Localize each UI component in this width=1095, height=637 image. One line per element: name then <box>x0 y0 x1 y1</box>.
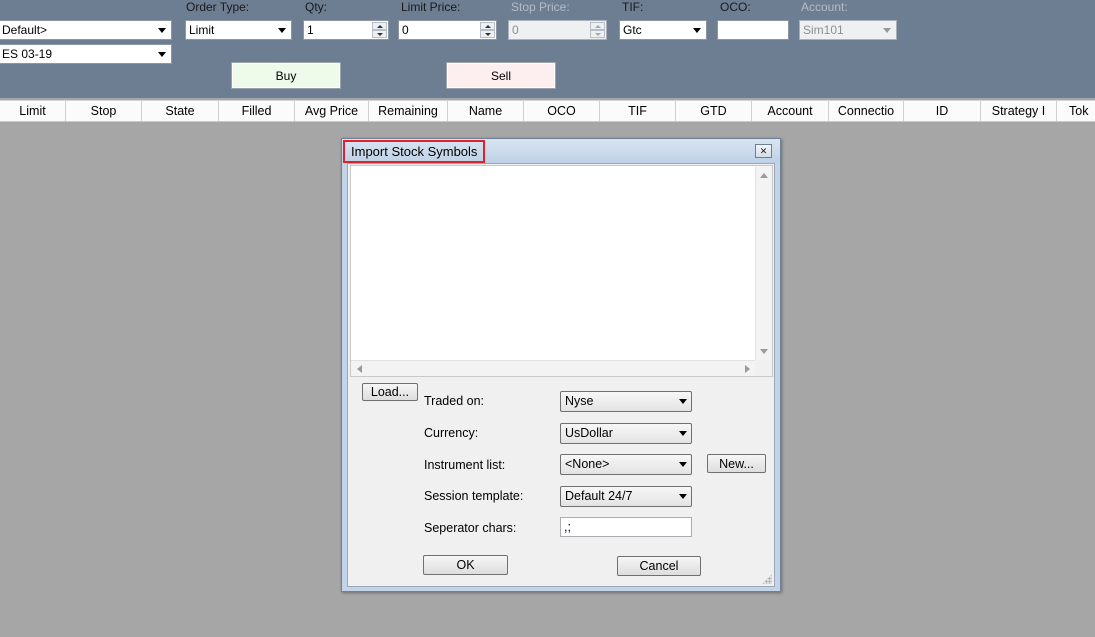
close-icon[interactable]: ✕ <box>755 144 772 158</box>
order-type-dropdown[interactable]: Limit <box>185 20 292 40</box>
spin-up-icon[interactable] <box>480 22 495 30</box>
column-header-gtd[interactable]: GTD <box>676 101 752 121</box>
qty-stepper[interactable]: 1 <box>303 20 389 40</box>
sell-button[interactable]: Sell <box>446 62 556 89</box>
scroll-right-icon[interactable] <box>745 365 750 373</box>
instrument-list-value: <None> <box>565 457 610 471</box>
column-header-token[interactable]: Tok <box>1057 101 1095 121</box>
oco-input[interactable] <box>717 20 789 40</box>
tif-label: TIF: <box>622 0 644 14</box>
column-header-filled[interactable]: Filled <box>219 101 295 121</box>
qty-label: Qty: <box>305 0 328 14</box>
chevron-down-icon <box>276 21 288 39</box>
vertical-scrollbar[interactable] <box>755 166 772 361</box>
tif-dropdown[interactable]: Gtc <box>619 20 707 40</box>
spin-down-icon[interactable] <box>372 30 387 38</box>
cancel-button[interactable]: Cancel <box>617 556 701 576</box>
orders-grid-header: Limit Stop State Filled Avg Price Remain… <box>0 100 1095 122</box>
qty-value: 1 <box>307 23 314 37</box>
chevron-down-icon <box>156 45 168 63</box>
scroll-down-icon[interactable] <box>760 349 768 354</box>
symbols-textarea[interactable] <box>350 165 773 377</box>
column-header-name[interactable]: Name <box>448 101 524 121</box>
column-header-strategy-id[interactable]: Strategy I <box>981 101 1057 121</box>
column-header-remaining[interactable]: Remaining <box>369 101 448 121</box>
stop-price-label: Stop Price: <box>511 0 570 14</box>
spin-down-icon <box>590 30 605 38</box>
resize-grip-icon[interactable] <box>762 574 772 584</box>
stop-price-value: 0 <box>512 23 519 37</box>
instrument-dropdown[interactable]: ES 03-19 <box>0 44 172 64</box>
chevron-down-icon <box>679 455 687 474</box>
column-header-avg-price[interactable]: Avg Price <box>295 101 369 121</box>
account-value: Sim101 <box>803 23 844 37</box>
currency-label: Currency: <box>424 426 479 440</box>
instrument-list-dropdown[interactable]: <None> <box>560 454 692 475</box>
session-template-value: Default 24/7 <box>565 489 633 503</box>
limit-price-stepper[interactable]: 0 <box>398 20 497 40</box>
column-header-id[interactable]: ID <box>904 101 981 121</box>
dialog-titlebar[interactable]: Import Stock Symbols ✕ <box>342 139 780 163</box>
column-header-connection[interactable]: Connectio <box>829 101 904 121</box>
traded-on-value: Nyse <box>565 394 594 408</box>
account-label: Account: <box>801 0 848 14</box>
chevron-down-icon <box>679 392 687 411</box>
column-header-state[interactable]: State <box>142 101 219 121</box>
new-instrument-list-button[interactable]: New... <box>707 454 766 473</box>
spin-up-icon <box>590 22 605 30</box>
column-header-limit[interactable]: Limit <box>0 101 66 121</box>
import-stock-symbols-dialog: Import Stock Symbols ✕ Load... Traded on… <box>341 138 781 592</box>
chevron-down-icon <box>156 21 168 39</box>
load-button[interactable]: Load... <box>362 383 418 401</box>
order-type-value: Limit <box>189 23 215 37</box>
scroll-corner <box>755 360 772 376</box>
spin-down-icon[interactable] <box>480 30 495 38</box>
oco-label: OCO: <box>720 0 751 14</box>
order-type-label: Order Type: <box>186 0 250 14</box>
session-template-dropdown[interactable]: Default 24/7 <box>560 486 692 507</box>
chevron-down-icon <box>881 21 893 39</box>
spin-up-icon[interactable] <box>372 22 387 30</box>
limit-price-value: 0 <box>402 23 409 37</box>
limit-price-label: Limit Price: <box>401 0 461 14</box>
session-template-label: Session template: <box>424 489 524 503</box>
column-header-stop[interactable]: Stop <box>66 101 142 121</box>
atm-strategy-value: Default> <box>2 23 48 37</box>
traded-on-label: Traded on: <box>424 394 484 408</box>
account-dropdown: Sim101 <box>799 20 897 40</box>
dialog-body: Load... Traded on: Nyse Currency: UsDoll… <box>347 163 775 587</box>
currency-dropdown[interactable]: UsDollar <box>560 423 692 444</box>
atm-strategy-dropdown[interactable]: Default> <box>0 20 172 40</box>
column-header-oco[interactable]: OCO <box>524 101 600 121</box>
tif-value: Gtc <box>623 23 642 37</box>
currency-value: UsDollar <box>565 426 613 440</box>
chevron-down-icon <box>679 487 687 506</box>
chevron-down-icon <box>679 424 687 443</box>
buy-button[interactable]: Buy <box>231 62 341 89</box>
separator-chars-label: Seperator chars: <box>424 521 517 535</box>
dialog-title: Import Stock Symbols <box>343 140 486 163</box>
traded-on-dropdown[interactable]: Nyse <box>560 391 692 412</box>
instrument-value: ES 03-19 <box>2 47 53 61</box>
column-header-account[interactable]: Account <box>752 101 829 121</box>
horizontal-scrollbar[interactable] <box>351 360 756 376</box>
chevron-down-icon <box>691 21 703 39</box>
ok-button[interactable]: OK <box>423 555 508 575</box>
order-entry-panel: Order Type: Qty: Limit Price: Stop Price… <box>0 0 1095 98</box>
scroll-up-icon[interactable] <box>760 173 768 178</box>
instrument-list-label: Instrument list: <box>424 458 506 472</box>
column-header-tif[interactable]: TIF <box>600 101 676 121</box>
scroll-left-icon[interactable] <box>357 365 362 373</box>
separator-chars-input[interactable]: ,; <box>560 517 692 537</box>
stop-price-stepper: 0 <box>508 20 607 40</box>
